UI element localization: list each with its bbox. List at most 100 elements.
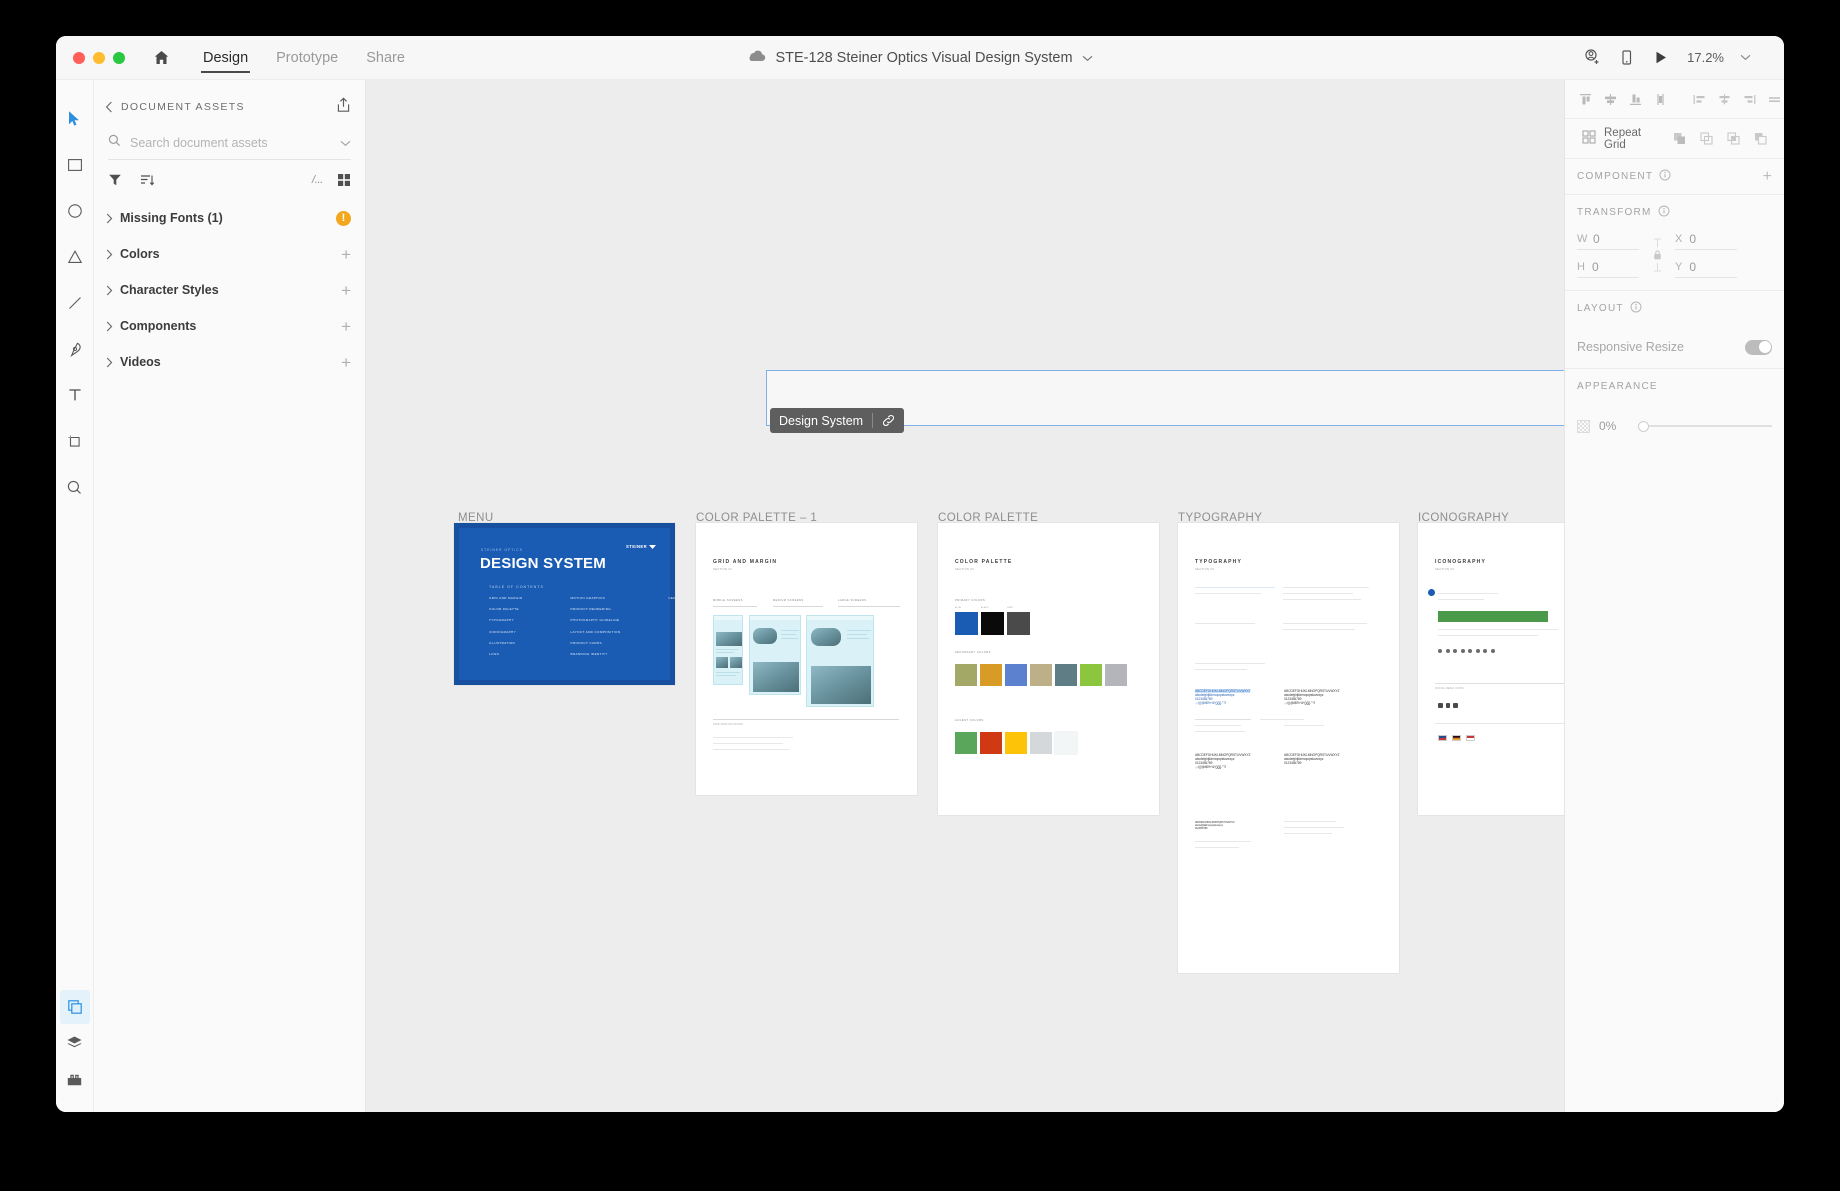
ellipse-tool[interactable] [58,188,92,234]
icon-glyph [1460,649,1465,653]
zoom-chevron-down-icon[interactable] [1728,41,1762,75]
artboard-name-tooltip[interactable]: Design System [770,408,905,433]
layers-panel-button[interactable] [60,1026,90,1060]
tab-share[interactable]: Share [352,36,419,80]
boolean-intersect-icon[interactable] [1721,127,1745,151]
zoom-level[interactable]: 17.2% [1677,50,1728,65]
assets-category-character-styles[interactable]: Character Styles + [94,272,365,308]
height-input[interactable] [1591,260,1639,274]
select-tool[interactable] [58,96,92,142]
distribute-even-icon[interactable] [1762,86,1784,112]
grid-view-icon[interactable] [337,173,351,187]
assets-category-components[interactable]: Components + [94,308,365,344]
assets-category-videos[interactable]: Videos + [94,344,365,380]
opacity-value[interactable]: 0% [1599,419,1629,433]
info-icon[interactable] [1658,204,1670,222]
assets-panel-button[interactable] [59,990,90,1024]
distribute-right-icon[interactable] [1737,86,1762,112]
add-color-button[interactable]: + [341,246,351,263]
rectangle-tool[interactable] [58,142,92,188]
missing-fonts-warning[interactable]: ! [336,210,351,226]
link-icon[interactable] [882,414,904,427]
artboard-iconography[interactable]: ICONOGRAPHY SECTION 04 SOCIAL MEDIA ICON… [1418,523,1564,815]
artboard-color-palette[interactable]: COLOR PALETTE SECTION 02 PRIMARY COLORS … [938,523,1159,815]
device-preview-icon[interactable] [1609,41,1643,75]
pen-tool[interactable] [58,326,92,372]
width-input[interactable] [1593,232,1639,246]
divider [1195,731,1245,732]
text-tool[interactable] [58,372,92,418]
x-field[interactable]: X [1675,232,1737,250]
filter-icon[interactable] [108,173,122,187]
x-input[interactable] [1689,232,1737,246]
play-icon[interactable] [1643,41,1677,75]
line-tool[interactable] [58,280,92,326]
info-icon[interactable] [1659,168,1671,186]
add-video-button[interactable]: + [341,354,351,371]
boolean-exclude-icon[interactable] [1748,127,1772,151]
artboard-tool[interactable] [58,418,92,464]
info-icon[interactable] [1630,300,1642,318]
divider [713,737,793,738]
boolean-subtract-icon[interactable] [1694,127,1718,151]
width-field[interactable]: W [1577,232,1639,250]
chevron-left-icon[interactable] [105,101,113,113]
slider-knob[interactable] [1638,421,1649,432]
icon-glyph [1490,649,1495,653]
tab-prototype[interactable]: Prototype [262,36,352,80]
mockup-medium [749,615,801,695]
flag-icon [1452,735,1461,741]
artboard-menu[interactable]: STEINER OPTICS DESIGN SYSTEM STEINER TAB… [454,523,675,685]
boolean-operations-group [1667,127,1772,151]
zoom-tool[interactable] [58,464,92,510]
palette-group-label: PRIMARY COLORS [955,599,986,602]
tab-design[interactable]: Design [189,36,262,80]
align-top-icon[interactable] [1573,86,1598,112]
align-vertical-center-icon[interactable] [1598,86,1623,112]
toc-item: PHOTOGRAPHY GUIDELINE [570,618,620,623]
assets-category-missing-fonts[interactable]: Missing Fonts (1) ! [94,200,365,236]
flag-icon [1438,735,1447,741]
specimen-symbols: .,:;/()@#$%^&*(){}[]-"'?! [1284,701,1316,705]
assets-category-colors[interactable]: Colors + [94,236,365,272]
artboard-typography[interactable]: TYPOGRAPHY SECTION 03 ABCDEFGHIJKLMNOPQR… [1178,523,1399,973]
assets-path-label[interactable]: /... [312,174,323,186]
distribute-center-icon[interactable] [1712,86,1737,112]
menu-toc-columns: GRID AND MARGIN COLOR PALETTE TYPOGRAPHY… [489,596,675,656]
repeat-grid-icon [1582,130,1596,147]
add-component-button[interactable]: + [1763,168,1772,185]
distribute-left-icon[interactable] [1687,86,1712,112]
add-character-style-button[interactable]: + [341,282,351,299]
divider [1284,725,1324,726]
align-horizontal-center-icon[interactable] [1648,86,1673,112]
aspect-ratio-lock[interactable] [1639,238,1675,272]
align-bottom-icon[interactable] [1623,86,1648,112]
search-input[interactable] [130,135,331,150]
triangle-tool[interactable] [58,234,92,280]
sort-icon[interactable] [140,173,155,187]
search-chevron-down-icon[interactable] [340,134,351,152]
chevron-down-icon[interactable] [1082,49,1093,67]
height-field[interactable]: H [1577,260,1639,278]
minimize-window-button[interactable] [93,51,105,64]
artboard-color-palette-1[interactable]: GRID AND MARGIN SECTION 01 MOBILE SCREEN… [696,523,917,795]
maximize-window-button[interactable] [113,51,125,64]
share-export-icon[interactable] [336,96,351,118]
boolean-add-icon[interactable] [1667,127,1691,151]
swatch-caption: GREY [1007,607,1014,609]
y-input[interactable] [1689,260,1737,274]
repeat-grid-button[interactable]: Repeat Grid [1577,123,1667,155]
y-field[interactable]: Y [1675,260,1737,278]
close-window-button[interactable] [73,51,85,64]
design-canvas[interactable]: Design System MENU COLOR PALETTE – 1 COL… [366,80,1564,1112]
home-icon[interactable] [149,46,173,70]
typeface-specimen-fifth: ABCDEFGHIJKLMNOPQRSTUVWXYZ abcdefghijklm… [1195,821,1235,830]
mockup-image [811,666,871,704]
opacity-slider[interactable] [1638,419,1772,433]
responsive-resize-toggle[interactable] [1745,339,1772,355]
chevron-right-icon [106,213,120,224]
mockup-image [716,657,728,668]
add-user-icon[interactable] [1575,41,1609,75]
add-component-button[interactable]: + [341,318,351,335]
plugins-panel-button[interactable] [60,1062,90,1096]
